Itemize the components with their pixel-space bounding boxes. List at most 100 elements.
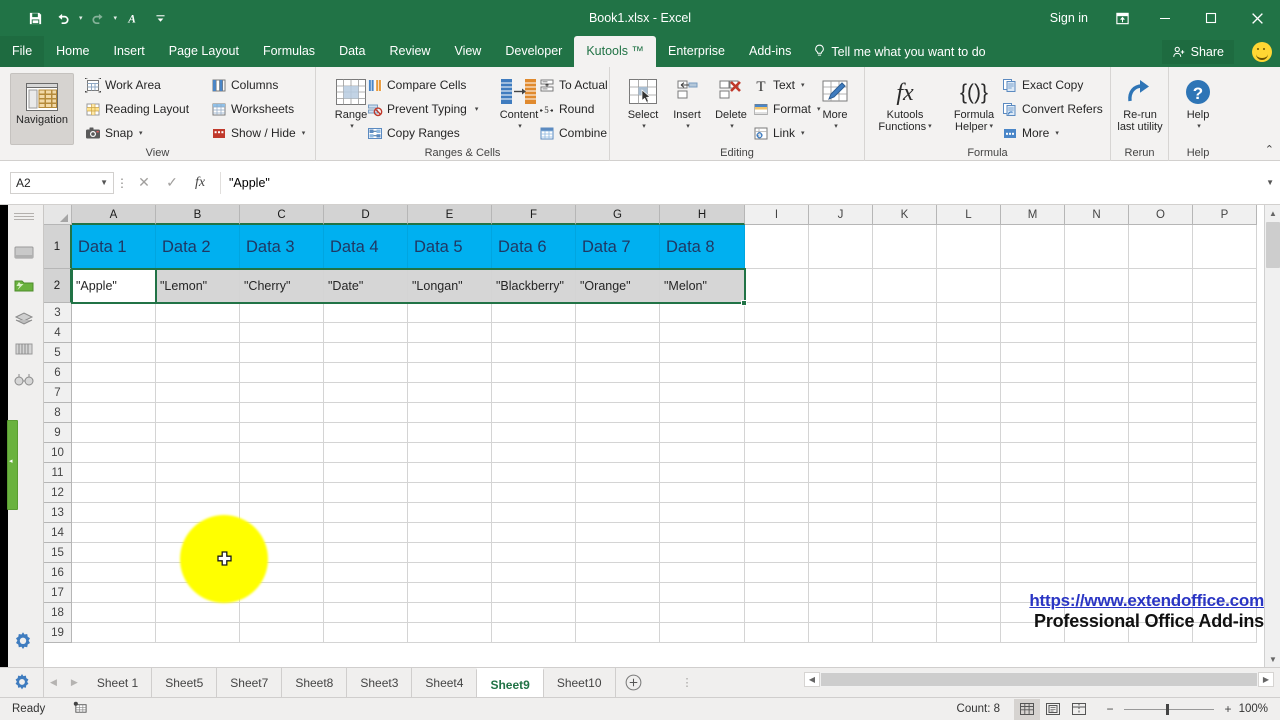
- kutools-functions-button[interactable]: fx Kutools Functions ▾: [871, 75, 939, 133]
- cell-P15[interactable]: [1193, 543, 1257, 563]
- cell-G15[interactable]: [576, 543, 660, 563]
- cell-L10[interactable]: [937, 443, 1001, 463]
- cell-K17[interactable]: [873, 583, 937, 603]
- tell-me-box[interactable]: Tell me what you want to do: [803, 36, 986, 67]
- cell-D13[interactable]: [324, 503, 408, 523]
- cell-K10[interactable]: [873, 443, 937, 463]
- cell-E2[interactable]: "Longan": [408, 269, 492, 303]
- cell-J18[interactable]: [809, 603, 873, 623]
- more-formula-button[interactable]: More ▾: [1001, 122, 1059, 144]
- snap-button[interactable]: Snap ▾: [84, 122, 143, 144]
- cell-O4[interactable]: [1129, 323, 1193, 343]
- cell-J7[interactable]: [809, 383, 873, 403]
- normal-view-icon[interactable]: [1014, 698, 1040, 720]
- cell-H4[interactable]: [660, 323, 745, 343]
- cell-N8[interactable]: [1065, 403, 1129, 423]
- cell-F8[interactable]: [492, 403, 576, 423]
- select-all-corner[interactable]: [44, 205, 72, 225]
- rerun-last-utility-button[interactable]: Re-run last utility: [1111, 75, 1169, 133]
- cell-I13[interactable]: [745, 503, 809, 523]
- column-header-I[interactable]: I: [745, 205, 809, 225]
- cell-M15[interactable]: [1001, 543, 1065, 563]
- cell-M18[interactable]: [1001, 603, 1065, 623]
- name-box[interactable]: A2 ▼: [10, 171, 114, 194]
- pane-grip-icon[interactable]: [14, 213, 34, 220]
- cell-O18[interactable]: [1129, 603, 1193, 623]
- cell-L9[interactable]: [937, 423, 1001, 443]
- cell-B3[interactable]: [156, 303, 240, 323]
- zoom-out-button[interactable]: −: [1102, 702, 1118, 716]
- minimize-button[interactable]: [1142, 0, 1188, 36]
- cell-O15[interactable]: [1129, 543, 1193, 563]
- formula-helper-caret-icon[interactable]: ▾: [989, 121, 993, 133]
- cell-J13[interactable]: [809, 503, 873, 523]
- reading-layout-button[interactable]: Reading Layout ▾: [84, 98, 223, 120]
- cell-G9[interactable]: [576, 423, 660, 443]
- cell-D6[interactable]: [324, 363, 408, 383]
- sheet-nav-arrows[interactable]: ◀ ▶: [44, 677, 84, 688]
- column-header-F[interactable]: F: [492, 205, 576, 225]
- cell-D18[interactable]: [324, 603, 408, 623]
- cell-O6[interactable]: [1129, 363, 1193, 383]
- cell-M2[interactable]: [1001, 269, 1065, 303]
- cell-O7[interactable]: [1129, 383, 1193, 403]
- cell-M10[interactable]: [1001, 443, 1065, 463]
- cell-E3[interactable]: [408, 303, 492, 323]
- cell-B1[interactable]: Data 2: [156, 225, 240, 269]
- cell-G8[interactable]: [576, 403, 660, 423]
- scroll-left-arrow-icon[interactable]: ◀: [804, 672, 820, 687]
- cell-D3[interactable]: [324, 303, 408, 323]
- sign-in-button[interactable]: Sign in: [1036, 0, 1102, 36]
- page-layout-view-icon[interactable]: [1040, 699, 1066, 720]
- columns-button[interactable]: Columns: [210, 74, 278, 96]
- cell-L7[interactable]: [937, 383, 1001, 403]
- cell-K15[interactable]: [873, 543, 937, 563]
- cell-C13[interactable]: [240, 503, 324, 523]
- cell-M12[interactable]: [1001, 483, 1065, 503]
- cell-J10[interactable]: [809, 443, 873, 463]
- cell-K19[interactable]: [873, 623, 937, 643]
- cell-N19[interactable]: [1065, 623, 1129, 643]
- cell-B5[interactable]: [156, 343, 240, 363]
- cell-L12[interactable]: [937, 483, 1001, 503]
- cell-I11[interactable]: [745, 463, 809, 483]
- cell-J6[interactable]: [809, 363, 873, 383]
- cell-K2[interactable]: [873, 269, 937, 303]
- cell-F17[interactable]: [492, 583, 576, 603]
- cell-A5[interactable]: [72, 343, 156, 363]
- cell-A2[interactable]: "Apple": [72, 269, 156, 303]
- cell-E8[interactable]: [408, 403, 492, 423]
- cell-E12[interactable]: [408, 483, 492, 503]
- cell-P4[interactable]: [1193, 323, 1257, 343]
- cell-J9[interactable]: [809, 423, 873, 443]
- cell-A17[interactable]: [72, 583, 156, 603]
- cell-O14[interactable]: [1129, 523, 1193, 543]
- cell-G12[interactable]: [576, 483, 660, 503]
- cell-H15[interactable]: [660, 543, 745, 563]
- maximize-button[interactable]: [1188, 0, 1234, 36]
- cell-I18[interactable]: [745, 603, 809, 623]
- cell-N2[interactable]: [1065, 269, 1129, 303]
- cell-H6[interactable]: [660, 363, 745, 383]
- cell-N3[interactable]: [1065, 303, 1129, 323]
- cell-N7[interactable]: [1065, 383, 1129, 403]
- add-sheet-button[interactable]: [616, 668, 652, 698]
- cell-O19[interactable]: [1129, 623, 1193, 643]
- more-formula-caret-icon[interactable]: ▾: [1055, 129, 1059, 137]
- sheet-tab-sheet8[interactable]: Sheet8: [282, 667, 348, 698]
- navigation-button[interactable]: Navigation: [10, 73, 74, 145]
- cell-F5[interactable]: [492, 343, 576, 363]
- cell-E17[interactable]: [408, 583, 492, 603]
- cell-K1[interactable]: [873, 225, 937, 269]
- column-header-K[interactable]: K: [873, 205, 937, 225]
- show-hide-button[interactable]: Show / Hide ▾: [210, 122, 305, 144]
- undo-icon[interactable]: [50, 5, 76, 31]
- prev-sheet-icon[interactable]: ◀: [50, 677, 57, 688]
- cell-D11[interactable]: [324, 463, 408, 483]
- cell-L19[interactable]: [937, 623, 1001, 643]
- cell-H16[interactable]: [660, 563, 745, 583]
- cell-E1[interactable]: Data 5: [408, 225, 492, 269]
- cell-P18[interactable]: [1193, 603, 1257, 623]
- cell-C9[interactable]: [240, 423, 324, 443]
- cell-M3[interactable]: [1001, 303, 1065, 323]
